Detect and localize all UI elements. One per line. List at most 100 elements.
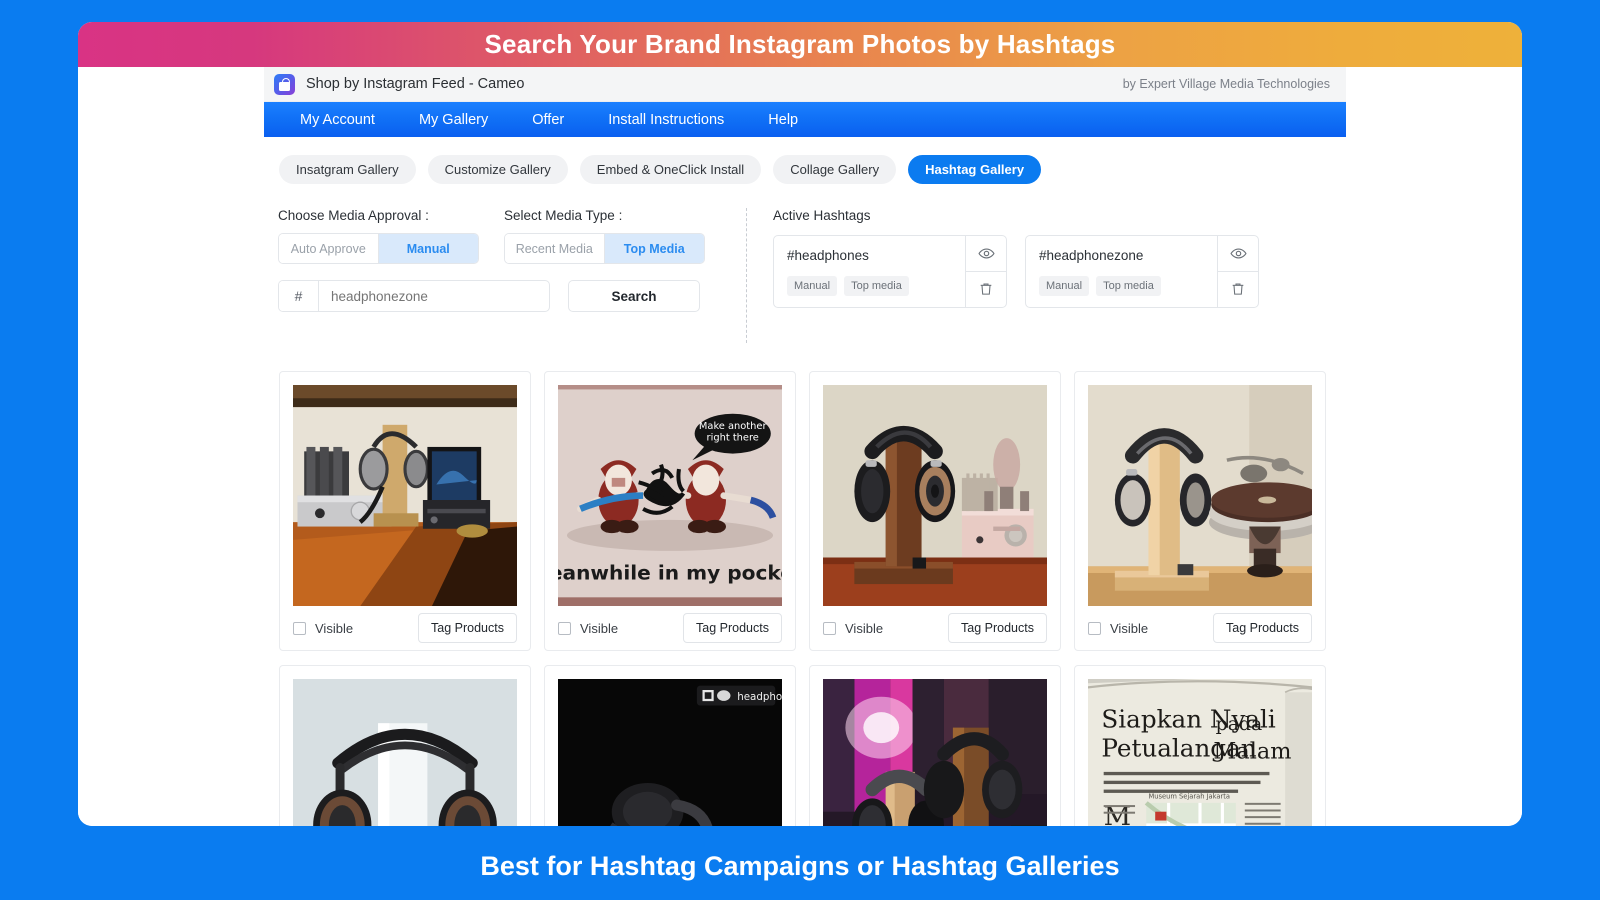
tab-instagram-gallery[interactable]: Insatgram Gallery (279, 155, 416, 184)
search-controls: Choose Media Approval : Select Media Typ… (278, 208, 746, 312)
photo-card: Visible Tag Products (279, 665, 531, 826)
trash-icon[interactable] (966, 272, 1006, 308)
svg-text:Make another: Make another (699, 421, 768, 432)
hash-symbol-icon: # (279, 281, 319, 311)
active-hashtags-title: Active Hashtags (773, 208, 1346, 223)
media-approval-label: Choose Media Approval : (278, 208, 504, 223)
photo-thumbnail[interactable] (1088, 385, 1312, 606)
search-button[interactable]: Search (568, 280, 700, 312)
photo-thumbnail[interactable]: Make another right there (558, 385, 782, 606)
promo-top-banner: Search Your Brand Instagram Photos by Ha… (78, 22, 1522, 67)
hashtag-card-body: #headphones Manual Top media (774, 236, 965, 307)
promo-top-headline: Search Your Brand Instagram Photos by Ha… (485, 29, 1116, 60)
option-recent-media[interactable]: Recent Media (505, 234, 605, 263)
hashtag-card-actions (1217, 236, 1258, 307)
visible-label: Visible (315, 621, 353, 636)
visible-label: Visible (1110, 621, 1148, 636)
photo-thumbnail[interactable] (293, 679, 517, 826)
tab-hashtag-gallery[interactable]: Hashtag Gallery (908, 155, 1041, 184)
hashtag-chip-media-type: Top media (844, 276, 909, 296)
nav-item-my-gallery[interactable]: My Gallery (397, 102, 510, 137)
hashtag-search-input[interactable] (319, 281, 549, 311)
hashtag-name: #headphonezone (1039, 248, 1217, 263)
instagram-shop-bag-icon (274, 74, 295, 95)
tag-products-button[interactable]: Tag Products (948, 613, 1047, 643)
visible-label: Visible (580, 621, 618, 636)
hashtag-chips: Manual Top media (1039, 276, 1217, 296)
hashtag-chip-approval: Manual (1039, 276, 1089, 296)
photo-card: Visible Tag Products (279, 371, 531, 651)
visible-checkbox[interactable] (1088, 622, 1101, 635)
nav-item-my-account[interactable]: My Account (278, 102, 397, 137)
gallery-tab-row: Insatgram Gallery Customize Gallery Embe… (278, 155, 1346, 184)
app-vendor-credit: by Expert Village Media Technologies (1123, 77, 1330, 91)
photo-card-footer: Visible Tag Products (823, 606, 1047, 650)
visible-checkbox[interactable] (293, 622, 306, 635)
tab-collage-gallery[interactable]: Collage Gallery (773, 155, 896, 184)
photo-thumbnail[interactable] (293, 385, 517, 606)
photo-card-footer: Visible Tag Products (558, 606, 782, 650)
hashtag-chip-media-type: Top media (1096, 276, 1161, 296)
hashtag-card: #headphonezone Manual Top media (1025, 235, 1259, 308)
visible-label: Visible (845, 621, 883, 636)
option-auto-approve[interactable]: Auto Approve (279, 234, 379, 263)
hashtag-input-group: # (278, 280, 550, 312)
tab-embed-oneclick-install[interactable]: Embed & OneClick Install (580, 155, 761, 184)
photo-card: Make another right there (544, 371, 796, 651)
controls-region: Choose Media Approval : Select Media Typ… (278, 208, 1346, 343)
app-window: Shop by Instagram Feed - Cameo by Expert… (264, 67, 1346, 826)
svg-text:Museum Sejarah Jakarta: Museum Sejarah Jakarta (1148, 792, 1230, 800)
photo-thumbnail[interactable] (823, 679, 1047, 826)
tag-products-button[interactable]: Tag Products (683, 613, 782, 643)
hashtag-search-row: # Search (278, 280, 746, 312)
photo-thumbnail[interactable]: Siapkan Nyali pada Petualangan Malam M (1088, 679, 1312, 826)
option-manual[interactable]: Manual (379, 234, 479, 263)
hashtag-name: #headphones (787, 248, 965, 263)
visible-checkbox[interactable] (558, 622, 571, 635)
svg-text:Malam: Malam (1213, 739, 1291, 765)
media-approval-toggle: Auto Approve Manual (278, 233, 479, 264)
photo-card: headphonezone Visible Tag Products (544, 665, 796, 826)
active-hashtags-list: #headphones Manual Top media (773, 235, 1346, 308)
active-hashtags-panel: Active Hashtags #headphones Manual Top m… (773, 208, 1346, 308)
nav-item-install-instructions[interactable]: Install Instructions (586, 102, 746, 137)
app-content: Insatgram Gallery Customize Gallery Embe… (264, 137, 1346, 826)
app-titlebar: Shop by Instagram Feed - Cameo by Expert… (264, 67, 1346, 102)
trash-icon[interactable] (1218, 272, 1258, 308)
section-divider (746, 208, 747, 343)
nav-item-help[interactable]: Help (746, 102, 820, 137)
app-navbar: My Account My Gallery Offer Install Inst… (264, 102, 1346, 137)
svg-text:headphonezone: headphonezone (737, 692, 782, 703)
nav-item-offer[interactable]: Offer (510, 102, 586, 137)
segmented-controls-row: Auto Approve Manual Recent Media Top Med… (278, 233, 746, 264)
photo-card-footer: Visible Tag Products (1088, 606, 1312, 650)
control-labels: Choose Media Approval : Select Media Typ… (278, 208, 746, 223)
app-title: Shop by Instagram Feed - Cameo (306, 76, 524, 92)
visible-checkbox[interactable] (823, 622, 836, 635)
promo-frame: Search Your Brand Instagram Photos by Ha… (78, 22, 1522, 826)
tag-products-button[interactable]: Tag Products (418, 613, 517, 643)
svg-text:Meanwhile in my pocket.: Meanwhile in my pocket. (558, 561, 782, 585)
photo-card-footer: Visible Tag Products (293, 606, 517, 650)
eye-icon[interactable] (966, 236, 1006, 272)
promo-bottom-banner: Best for Hashtag Campaigns or Hashtag Ga… (0, 832, 1600, 900)
photo-thumbnail[interactable] (823, 385, 1047, 606)
option-top-media[interactable]: Top Media (605, 234, 705, 263)
hashtag-card-body: #headphonezone Manual Top media (1026, 236, 1217, 307)
photo-thumbnail[interactable]: headphonezone (558, 679, 782, 826)
photo-card: Siapkan Nyali pada Petualangan Malam M (1074, 665, 1326, 826)
app-screenshot-area: Shop by Instagram Feed - Cameo by Expert… (78, 67, 1522, 826)
tab-customize-gallery[interactable]: Customize Gallery (428, 155, 568, 184)
svg-text:right there: right there (707, 432, 759, 443)
tag-products-button[interactable]: Tag Products (1213, 613, 1312, 643)
hashtag-card: #headphones Manual Top media (773, 235, 1007, 308)
hashtag-chips: Manual Top media (787, 276, 965, 296)
promo-bottom-headline: Best for Hashtag Campaigns or Hashtag Ga… (480, 851, 1119, 882)
svg-text:pada: pada (1216, 714, 1263, 735)
photo-card: Visible Tag Products (809, 371, 1061, 651)
eye-icon[interactable] (1218, 236, 1258, 272)
photo-card: Visible Tag Products (809, 665, 1061, 826)
hashtag-card-actions (965, 236, 1006, 307)
photo-card: Visible Tag Products (1074, 371, 1326, 651)
media-type-toggle: Recent Media Top Media (504, 233, 705, 264)
